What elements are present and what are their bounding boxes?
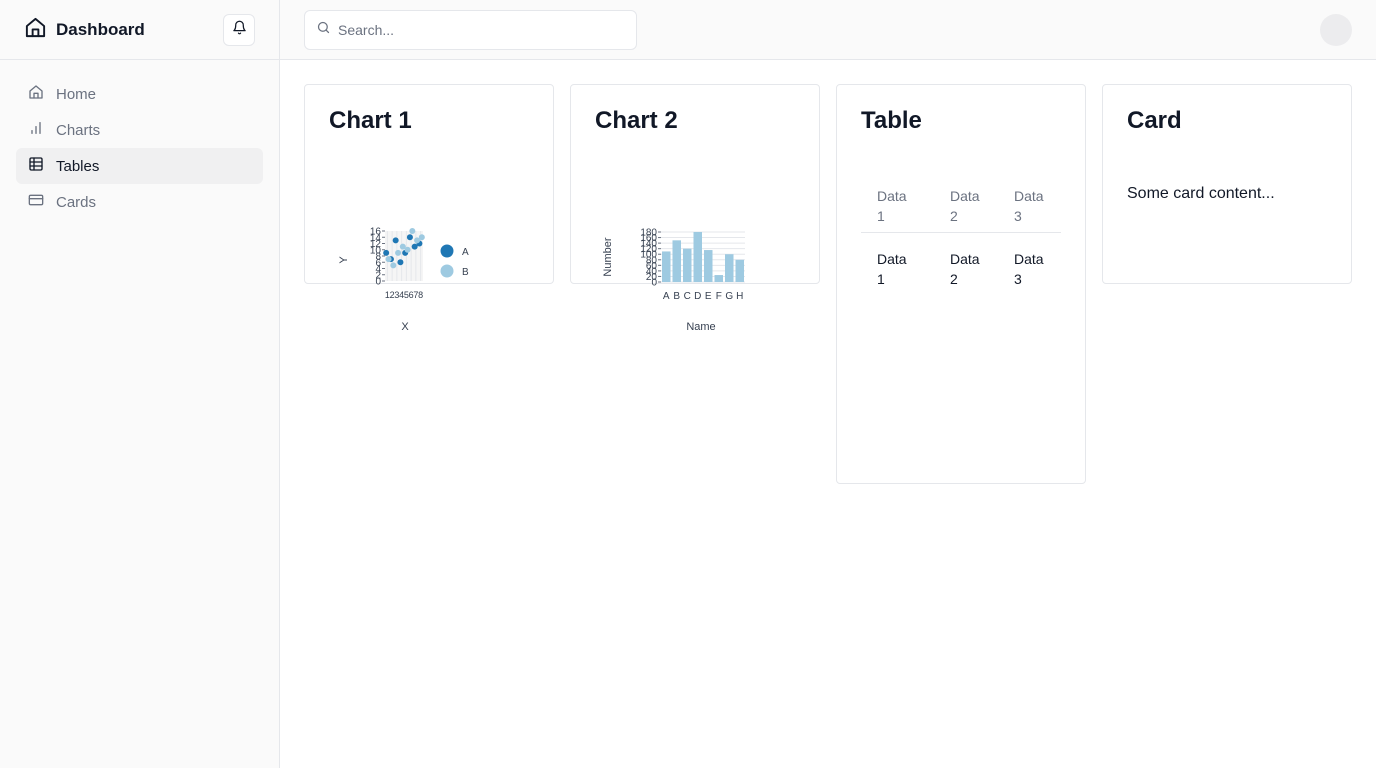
chart-1-card: Chart 1 0 2 4 6 8 10 12 14 16 1 2 3 4 5 6 7 8 X Y A B — [304, 84, 554, 333]
notifications-button[interactable] — [223, 14, 255, 46]
search-box[interactable] — [304, 10, 637, 50]
bar — [683, 248, 692, 282]
sidebar-item-label: Charts — [56, 121, 101, 139]
sidebar-nav: Home Charts Tables Cards — [0, 60, 279, 236]
data-point — [392, 237, 399, 244]
sidebar: Dashboard Home Charts Tables Cards — [0, 0, 280, 768]
x-tick-label: 8 — [418, 290, 423, 300]
sidebar-item-tables[interactable]: Tables — [16, 148, 263, 184]
table-row: Data 1 Data 2 Data 3 — [861, 233, 1061, 290]
app-title: Dashboard — [56, 19, 145, 39]
search-icon — [316, 20, 331, 40]
x-tick-label: D — [694, 291, 701, 302]
x-axis-label: Name — [686, 321, 715, 333]
sidebar-header: Dashboard — [0, 0, 279, 60]
bar — [725, 254, 734, 282]
table-cell: Data 2 — [950, 251, 980, 287]
y-tick-label: 16 — [370, 227, 382, 238]
y-tick-label: 180 — [640, 228, 657, 239]
x-tick-label: C — [684, 291, 691, 302]
data-table: Data 1 Data 2 Data 3 Data 1 Data 2 Data … — [861, 181, 1061, 289]
bell-icon — [232, 20, 247, 40]
card-title: Chart 1 — [329, 107, 412, 134]
sidebar-item-label: Home — [56, 85, 97, 103]
x-tick-label: E — [705, 291, 712, 302]
data-point — [418, 234, 425, 241]
data-point — [390, 262, 397, 269]
sidebar-item-cards[interactable]: Cards — [16, 184, 263, 220]
bar — [693, 232, 702, 282]
legend-label: A — [462, 247, 469, 258]
bar — [714, 275, 723, 282]
chart-1: 02468101214161 2 3 4 5 6 7 8XYAB — [338, 227, 469, 334]
x-tick-label: F — [716, 291, 722, 302]
x-tick-label: B — [673, 291, 680, 302]
x-tick-label: H — [736, 291, 743, 302]
legend-label: B — [462, 267, 469, 278]
column-header: Data 3 — [998, 181, 1061, 233]
data-point — [397, 259, 404, 266]
data-point — [406, 234, 413, 241]
y-axis-label: Y — [338, 256, 350, 264]
avatar[interactable] — [1320, 14, 1352, 46]
content-card: Card Some card content... — [1102, 84, 1352, 284]
home-icon — [24, 16, 47, 44]
chart-2: 020406080100120140160180A B C D E F G HNameNumb… — [602, 228, 745, 333]
data-point — [404, 246, 411, 253]
table-card: Table Data 1 Data 2 Data 3 Data 1 Data 2… — [836, 84, 1086, 484]
credit-card-icon — [28, 192, 44, 212]
bar-chart-icon — [28, 120, 44, 140]
topbar — [280, 0, 1376, 60]
data-point — [395, 249, 402, 256]
column-header: Data 1 — [861, 181, 934, 233]
bar — [704, 250, 713, 282]
data-point — [409, 228, 416, 234]
home-icon — [28, 84, 44, 104]
data-point — [385, 256, 392, 263]
card-content: Some card content... — [1127, 185, 1275, 202]
search-input[interactable] — [338, 22, 618, 38]
bar — [672, 240, 681, 282]
card-title: Table — [861, 107, 922, 134]
table-icon — [28, 156, 44, 176]
sidebar-item-label: Tables — [56, 157, 100, 175]
card-title: Card — [1127, 107, 1182, 134]
x-tick-label: G — [725, 291, 733, 302]
y-axis-label: Number — [602, 237, 614, 276]
column-header: Data 2 — [934, 181, 998, 233]
sidebar-item-home[interactable]: Home — [16, 76, 263, 112]
data-point — [383, 249, 390, 256]
x-tick-label: A — [663, 291, 670, 302]
bar — [735, 259, 744, 282]
legend-marker — [440, 244, 454, 258]
card-title: Chart 2 — [595, 107, 678, 134]
table-header-row: Data 1 Data 2 Data 3 — [861, 181, 1061, 233]
table-cell: Data 1 — [877, 251, 907, 287]
x-axis-label: X — [401, 321, 409, 333]
legend-marker — [440, 264, 454, 278]
sidebar-item-charts[interactable]: Charts — [16, 112, 263, 148]
bar — [662, 251, 671, 282]
chart-2-card: Chart 2 0 20 40 60 80 100 120 140 160 180 A B C D E F G H… — [570, 84, 820, 333]
sidebar-item-label: Cards — [56, 193, 97, 211]
brand[interactable]: Dashboard — [24, 16, 145, 44]
table-cell: Data 3 — [1014, 251, 1044, 287]
